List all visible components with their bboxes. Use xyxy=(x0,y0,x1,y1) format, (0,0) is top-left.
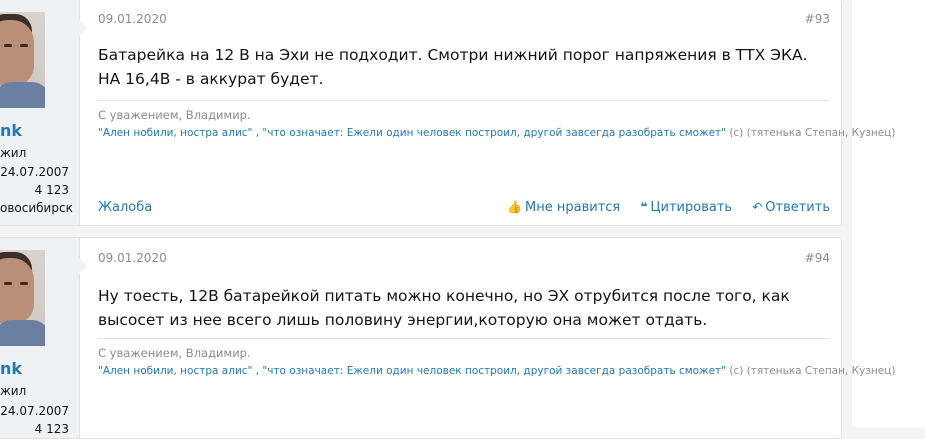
report-link[interactable]: Жалоба xyxy=(98,200,152,215)
signature-divider xyxy=(97,100,830,101)
user-joined-date: 24.07.2007 xyxy=(0,404,69,418)
quote-button[interactable]: ❝ Цитировать xyxy=(640,200,736,215)
username[interactable]: nk xyxy=(0,121,22,140)
page-right-background xyxy=(852,0,925,427)
post-number[interactable]: #93 xyxy=(805,12,830,26)
avatar[interactable] xyxy=(0,12,45,108)
post-date[interactable]: 09.01.2020 xyxy=(98,251,167,265)
signature-quote-links[interactable]: "Ален нобили, ностра алис" , "что означа… xyxy=(98,365,726,377)
user-role: жил xyxy=(0,146,27,160)
signature-quote-links[interactable]: "Ален нобили, ностра алис" , "что означа… xyxy=(98,127,726,139)
user-location: овосибирск xyxy=(0,201,73,215)
signature-quote: "Ален нобили, ностра алис" , "что означа… xyxy=(98,127,895,139)
post-93: nk жил 24.07.2007 4 123 овосибирск 09.01… xyxy=(0,0,895,226)
like-button[interactable]: 👍 Мне нравится xyxy=(507,200,624,215)
signature-divider xyxy=(97,338,830,339)
post-body: Батарейка на 12 В на Эхи не подходит. См… xyxy=(98,46,808,88)
post-user-cell: nk жил 24.07.2007 4 123 xyxy=(0,238,87,438)
post-number[interactable]: #94 xyxy=(805,251,830,265)
quote-icon: ❝ xyxy=(640,200,648,214)
post-body: Ну тоесть, 12В батарейкой питать можно к… xyxy=(98,287,790,329)
signature-quote-attribution: (с) (тятенька Степан, Кузнец) xyxy=(729,127,896,139)
user-role: жил xyxy=(0,384,27,398)
thumbs-up-icon: 👍 xyxy=(507,200,523,214)
post-date[interactable]: 09.01.2020 xyxy=(98,12,167,26)
user-joined-date: 24.07.2007 xyxy=(0,165,69,179)
username[interactable]: nk xyxy=(0,359,22,378)
avatar[interactable] xyxy=(0,250,45,346)
signature-quote: "Ален нобили, ностра алис" , "что означа… xyxy=(98,365,895,377)
post-user-cell: nk жил 24.07.2007 4 123 овосибирск xyxy=(0,0,87,225)
signature-text: С уважением, Владимир. xyxy=(98,346,251,360)
reply-button[interactable]: ↶ Ответить xyxy=(752,200,830,215)
post-94: nk жил 24.07.2007 4 123 09.01.2020 #94 Н… xyxy=(0,237,895,439)
user-message-count: 4 123 xyxy=(34,183,69,197)
user-message-count: 4 123 xyxy=(34,422,69,436)
post-actions: 👍 Мне нравится ❝ Цитировать ↶ Ответить xyxy=(491,200,830,215)
signature-text: С уважением, Владимир. xyxy=(98,108,251,122)
signature-quote-attribution: (с) (тятенька Степан, Кузнец) xyxy=(729,365,896,377)
reply-icon: ↶ xyxy=(752,200,763,214)
